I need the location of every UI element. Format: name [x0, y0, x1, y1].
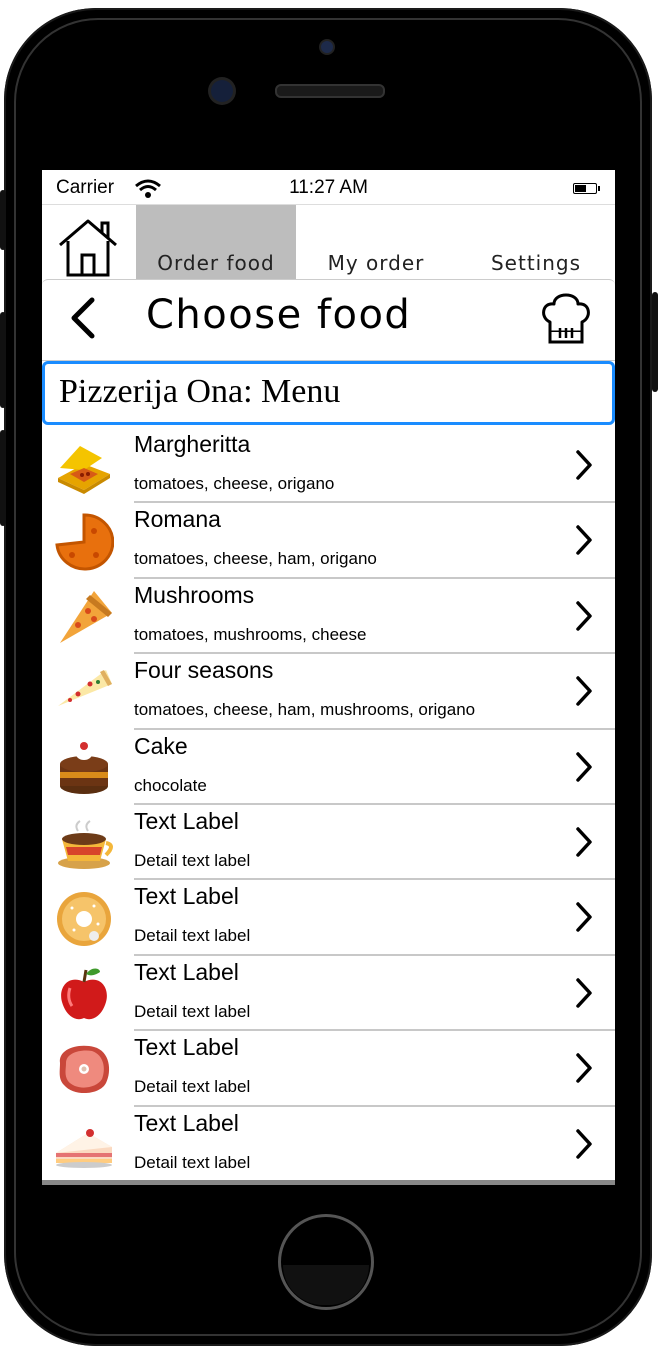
mute-switch: [0, 190, 6, 250]
power-button: [652, 292, 658, 392]
apple-icon: [54, 966, 114, 1024]
item-detail: tomatoes, cheese, origano: [134, 474, 335, 493]
coffee-cup-icon: [54, 815, 114, 873]
item-detail: Detail text label: [134, 1152, 251, 1172]
status-bar: Carrier 11:27 AM: [42, 170, 615, 205]
item-detail: Detail text label: [134, 926, 251, 946]
home-icon[interactable]: [56, 217, 120, 279]
chevron-right-icon: [574, 523, 594, 562]
tab-my-order[interactable]: My order: [296, 205, 456, 279]
ham-steak-icon: [54, 1041, 114, 1099]
list-item[interactable]: Four seasons tomatoes, cheese, ham, mush…: [42, 654, 615, 730]
chevron-right-icon: [574, 900, 594, 939]
list-bottom-edge: [42, 1180, 615, 1185]
chef-hat-icon[interactable]: [540, 288, 592, 351]
item-title: Margheritta: [134, 431, 251, 457]
chevron-right-icon: [574, 674, 594, 713]
item-title: Text Label: [134, 958, 239, 985]
cake-slice-icon: [54, 1117, 114, 1175]
front-camera: [211, 80, 233, 102]
item-title: Text Label: [134, 1109, 239, 1136]
list-item[interactable]: Text Label Detail text label: [42, 880, 615, 956]
item-detail: Detail text label: [134, 1001, 251, 1021]
screen: Carrier 11:27 AM Order food My order Set…: [42, 170, 615, 1185]
chevron-right-icon: [574, 825, 594, 864]
item-title: Four seasons: [134, 657, 274, 684]
chevron-right-icon: [574, 1051, 594, 1090]
menu-heading-box: Pizzerija Ona: Menu: [42, 361, 615, 425]
item-detail: Detail text label: [134, 850, 251, 870]
chevron-right-icon: [574, 599, 594, 638]
chocolate-cake-icon: [54, 740, 114, 798]
item-detail: tomatoes, cheese, ham, mushrooms, origan…: [134, 700, 476, 720]
item-detail: tomatoes, cheese, ham, origano: [134, 549, 377, 569]
item-title: Text Label: [134, 883, 239, 910]
item-detail: tomatoes, mushrooms, cheese: [134, 624, 367, 644]
item-title: Text Label: [134, 807, 239, 834]
pizza-box-icon: [54, 438, 114, 496]
tab-bar: Order food My order Settings: [42, 205, 615, 279]
home-button[interactable]: [278, 1214, 374, 1310]
chevron-right-icon: [574, 750, 594, 789]
list-item[interactable]: Romana tomatoes, cheese, ham, origano: [42, 503, 615, 579]
item-title: Mushrooms: [134, 581, 255, 608]
back-chevron-icon[interactable]: [68, 296, 98, 345]
chevron-right-icon: [574, 976, 594, 1015]
tab-settings[interactable]: Settings: [456, 205, 615, 279]
proximity-sensor: [321, 41, 333, 53]
pizza-slice-icon: [54, 664, 114, 722]
food-list: Margheritta tomatoes, cheese, origano Ro…: [42, 428, 615, 1182]
status-time: 11:27 AM: [289, 177, 368, 198]
page-title: Choose food: [146, 292, 412, 338]
list-item[interactable]: Text Label Detail text label: [42, 805, 615, 881]
item-title: Text Label: [134, 1034, 239, 1061]
list-item[interactable]: Mushrooms tomatoes, mushrooms, cheese: [42, 579, 615, 655]
list-item[interactable]: Cake chocolate: [42, 730, 615, 805]
volume-up-button: [0, 312, 6, 408]
pizza-icon: [54, 513, 115, 571]
battery-icon: [573, 183, 600, 194]
item-title: Cake: [134, 732, 188, 759]
tab-order-food[interactable]: Order food: [136, 205, 296, 279]
item-detail: Detail text label: [134, 1077, 251, 1097]
list-item[interactable]: Text Label Detail text label: [42, 1031, 615, 1107]
navigation-bar: Choose food: [42, 279, 615, 361]
list-item[interactable]: Text Label Detail text label: [42, 956, 615, 1032]
volume-down-button: [0, 430, 6, 526]
chevron-right-icon: [574, 448, 594, 487]
item-detail: chocolate: [134, 775, 207, 795]
bagel-icon: [54, 890, 114, 948]
earpiece-speaker: [275, 84, 385, 98]
pizza-slice-icon: [54, 589, 114, 647]
menu-heading: Pizzerija Ona: Menu: [59, 373, 341, 410]
list-item[interactable]: Margheritta tomatoes, cheese, origano: [42, 428, 615, 504]
chevron-right-icon: [574, 1127, 594, 1166]
list-item[interactable]: Text Label Detail text label: [42, 1107, 615, 1182]
item-title: Romana: [134, 506, 221, 533]
